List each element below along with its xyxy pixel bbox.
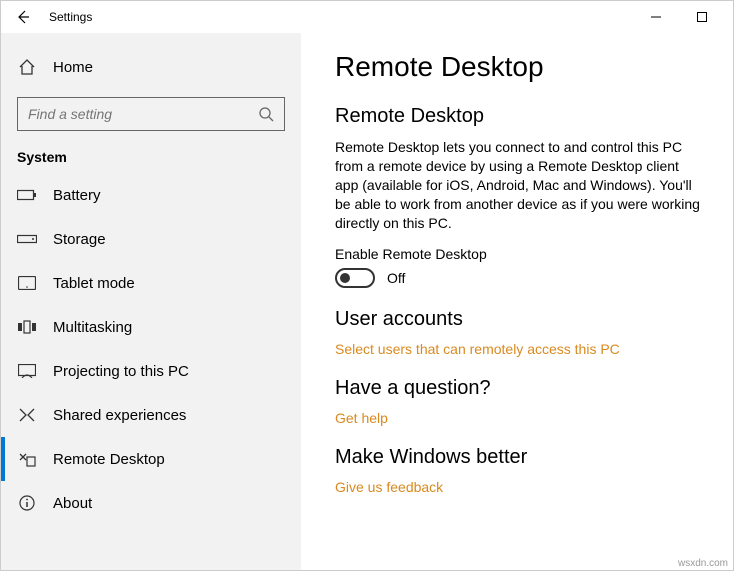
maximize-button[interactable] <box>679 1 725 33</box>
home-icon <box>17 58 37 76</box>
sidebar-item-label: Remote Desktop <box>53 451 165 468</box>
sidebar-item-label: About <box>53 495 92 512</box>
enable-remote-desktop-toggle-row: Off <box>335 268 703 288</box>
titlebar: Settings <box>1 1 733 33</box>
toggle-state-label: Off <box>387 270 405 286</box>
home-label: Home <box>53 59 93 76</box>
section-title-question: Have a question? <box>335 377 703 400</box>
sidebar: Home System Battery Storage Tablet <box>1 33 301 570</box>
sidebar-item-multitasking[interactable]: Multitasking <box>1 305 301 349</box>
page-title: Remote Desktop <box>335 51 703 83</box>
give-feedback-link[interactable]: Give us feedback <box>335 479 703 495</box>
remote-desktop-icon <box>17 451 37 467</box>
remote-desktop-description: Remote Desktop lets you connect to and c… <box>335 138 703 232</box>
back-arrow-icon <box>15 9 31 25</box>
sidebar-item-battery[interactable]: Battery <box>1 173 301 217</box>
projecting-icon <box>17 364 37 378</box>
shared-icon <box>17 407 37 423</box>
section-title-remote-desktop: Remote Desktop <box>335 105 703 128</box>
tablet-icon <box>17 276 37 290</box>
get-help-link[interactable]: Get help <box>335 410 703 426</box>
multitasking-icon <box>17 320 37 334</box>
sidebar-item-label: Tablet mode <box>53 275 135 292</box>
storage-icon <box>17 233 37 245</box>
sidebar-item-projecting[interactable]: Projecting to this PC <box>1 349 301 393</box>
battery-icon <box>17 189 37 201</box>
main-area: Home System Battery Storage Tablet <box>1 33 733 570</box>
enable-remote-desktop-label: Enable Remote Desktop <box>335 246 703 262</box>
sidebar-item-tablet-mode[interactable]: Tablet mode <box>1 261 301 305</box>
sidebar-item-label: Projecting to this PC <box>53 363 189 380</box>
search-box[interactable] <box>17 97 285 131</box>
minimize-button[interactable] <box>633 1 679 33</box>
about-icon <box>17 495 37 511</box>
back-button[interactable] <box>1 1 45 33</box>
content-area: Remote Desktop Remote Desktop Remote Des… <box>301 33 733 570</box>
search-input[interactable] <box>28 106 258 122</box>
search-icon <box>258 106 274 122</box>
maximize-icon <box>697 12 707 22</box>
watermark: wsxdn.com <box>678 558 728 569</box>
sidebar-group-header: System <box>1 143 301 173</box>
sidebar-item-label: Multitasking <box>53 319 132 336</box>
section-title-feedback: Make Windows better <box>335 446 703 469</box>
sidebar-item-about[interactable]: About <box>1 481 301 525</box>
enable-remote-desktop-toggle[interactable] <box>335 268 375 288</box>
sidebar-item-label: Battery <box>53 187 101 204</box>
sidebar-item-shared-experiences[interactable]: Shared experiences <box>1 393 301 437</box>
sidebar-item-label: Storage <box>53 231 106 248</box>
sidebar-item-label: Shared experiences <box>53 407 186 424</box>
minimize-icon <box>651 12 661 22</box>
home-button[interactable]: Home <box>1 45 301 89</box>
select-users-link[interactable]: Select users that can remotely access th… <box>335 341 703 357</box>
section-title-user-accounts: User accounts <box>335 308 703 331</box>
toggle-knob <box>340 273 350 283</box>
sidebar-item-storage[interactable]: Storage <box>1 217 301 261</box>
sidebar-item-remote-desktop[interactable]: Remote Desktop <box>1 437 301 481</box>
app-title: Settings <box>45 10 92 24</box>
